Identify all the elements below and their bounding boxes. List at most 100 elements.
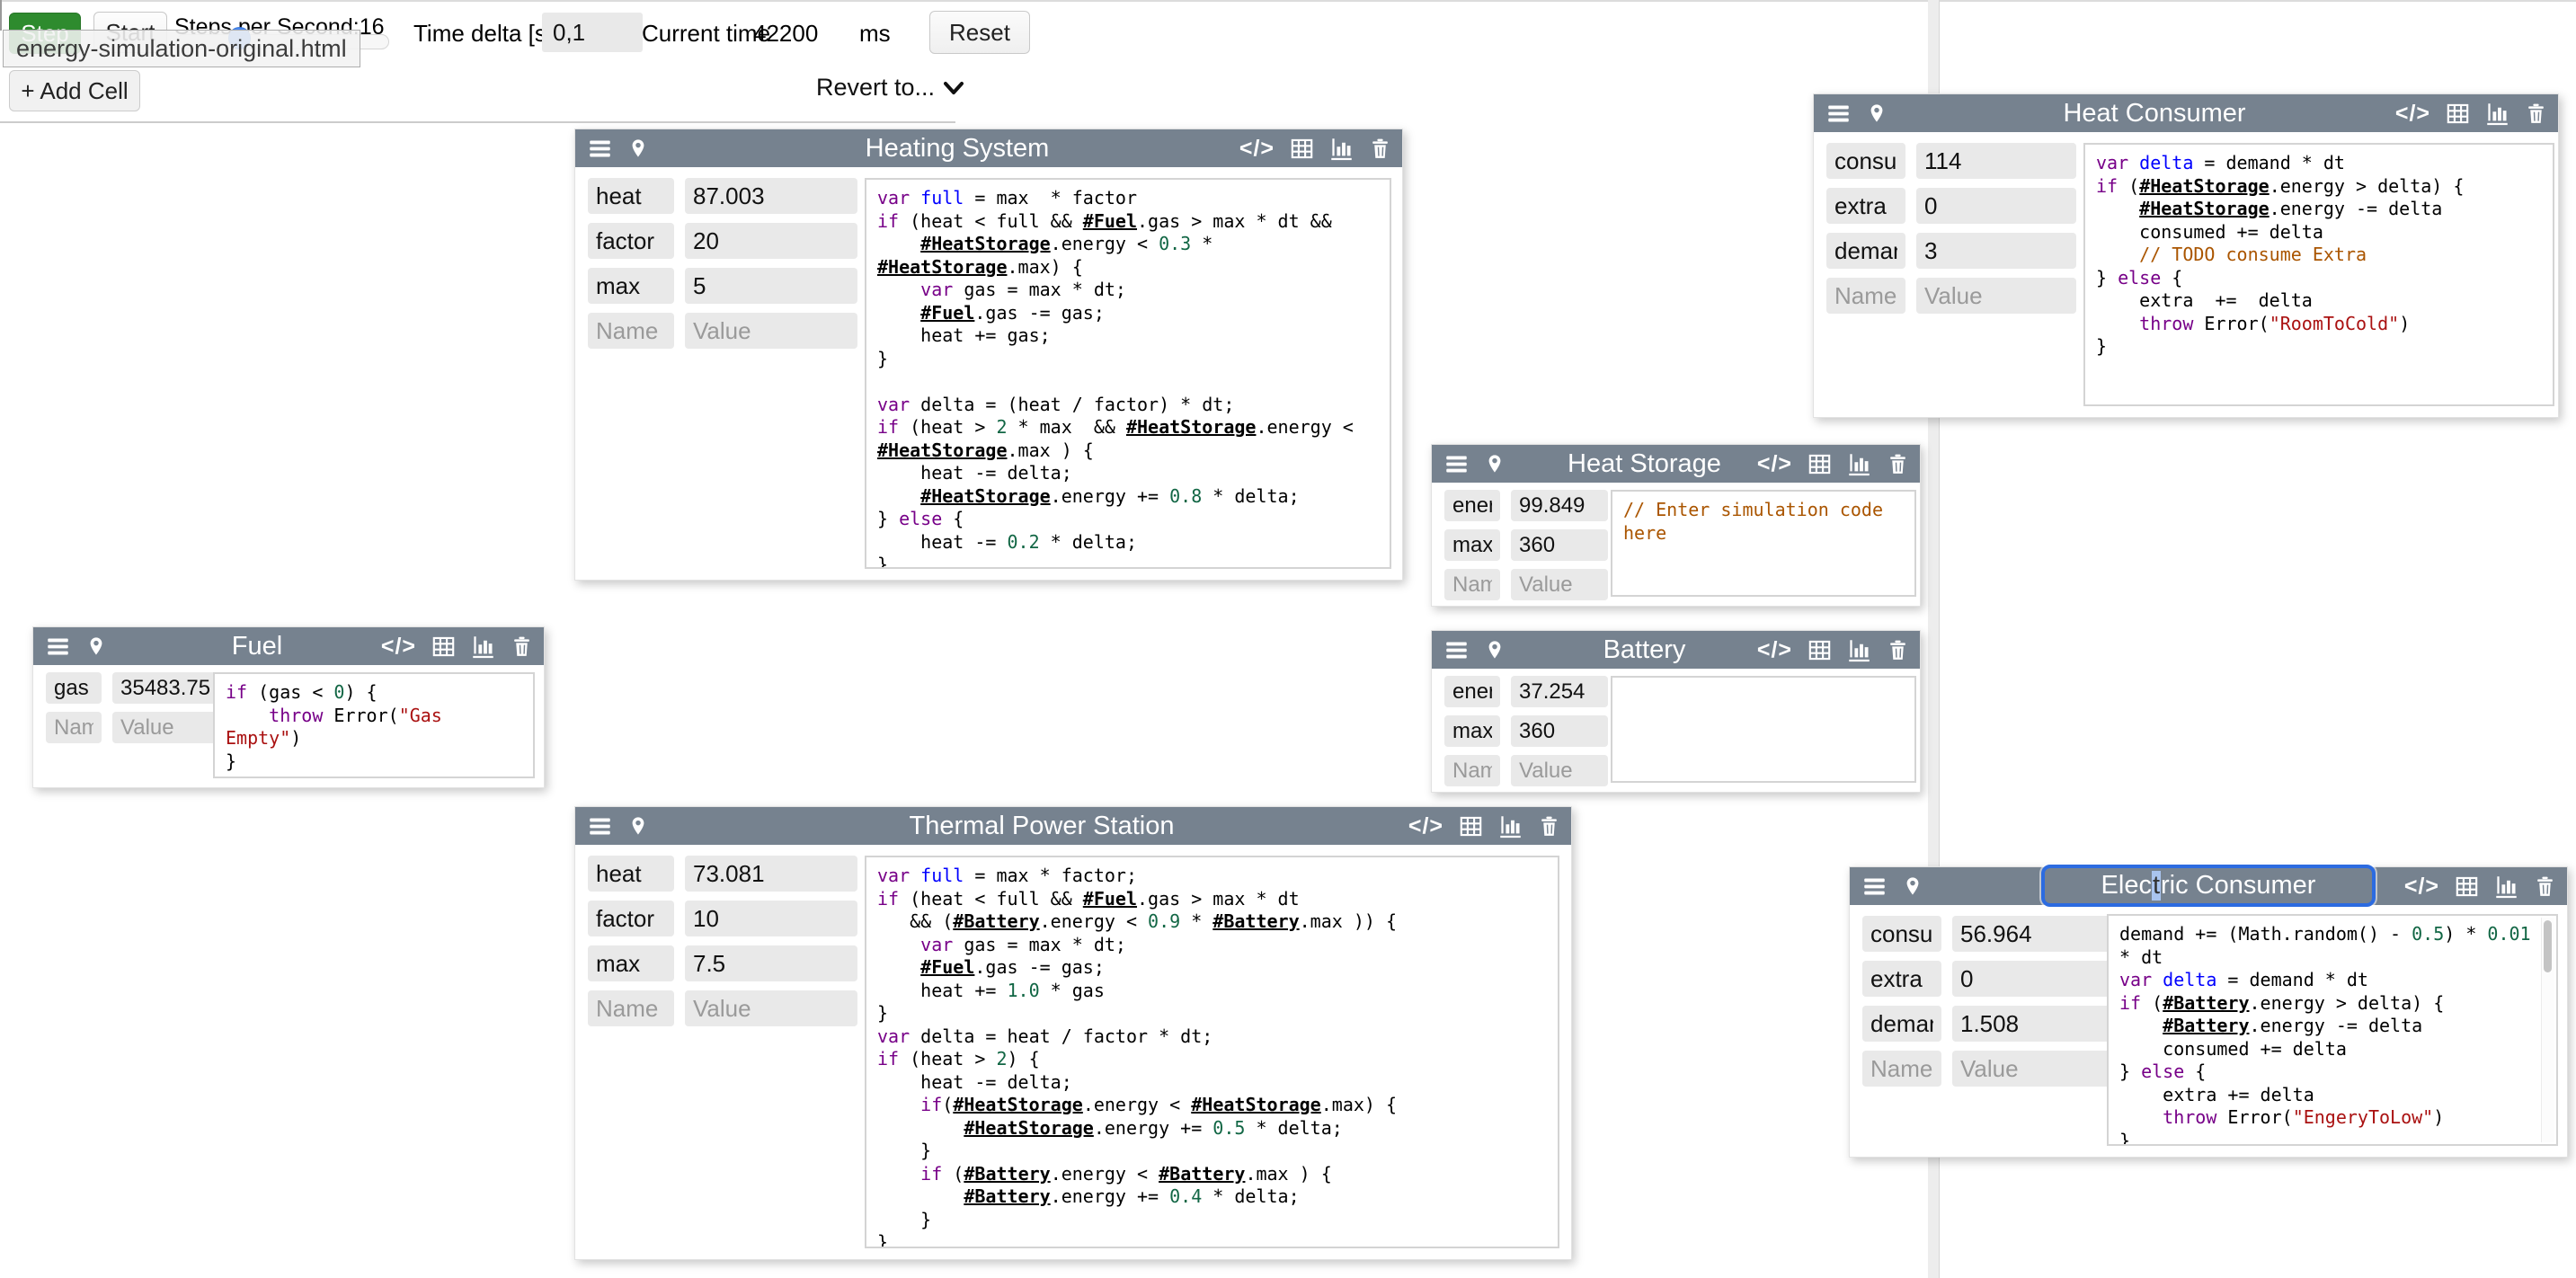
param-value-field[interactable] — [1511, 529, 1608, 561]
panel-header[interactable]: Fuel </> — [33, 627, 544, 665]
param-value-field[interactable] — [1916, 278, 2076, 314]
panel-header[interactable]: Thermal Power Station </> — [575, 807, 1571, 845]
param-value-field[interactable] — [685, 223, 857, 259]
menu-icon[interactable] — [588, 137, 612, 161]
param-value-field[interactable] — [1916, 188, 2076, 224]
menu-icon[interactable] — [1862, 874, 1887, 899]
add-cell-button[interactable]: + Add Cell — [9, 70, 140, 111]
param-name-field[interactable] — [588, 313, 674, 349]
param-name-field[interactable] — [46, 672, 102, 704]
code-editor[interactable] — [1611, 676, 1916, 783]
param-value-field[interactable] — [685, 268, 857, 304]
param-value-field[interactable] — [1916, 233, 2076, 269]
param-name-field[interactable] — [1826, 188, 1905, 224]
panel-title[interactable]: Fuel — [141, 632, 373, 661]
param-value-field[interactable] — [1952, 1006, 2112, 1042]
chart-view-icon[interactable] — [2494, 874, 2518, 899]
param-value-field[interactable] — [1952, 916, 2112, 952]
code-editor[interactable]: // Enter simulation codehere — [1611, 490, 1916, 597]
panel-header[interactable]: Electric Consumer </> — [1850, 867, 2567, 905]
code-view-icon[interactable]: </> — [2404, 874, 2439, 900]
param-value-field[interactable] — [685, 901, 857, 936]
param-name-field[interactable] — [1862, 1051, 1941, 1087]
location-pin-icon[interactable] — [1485, 638, 1505, 661]
trash-icon[interactable] — [1887, 638, 1909, 662]
code-scrollbar[interactable] — [2541, 918, 2554, 1142]
trash-icon[interactable] — [2534, 874, 2556, 899]
menu-icon[interactable] — [1826, 102, 1851, 126]
panel-header[interactable]: Battery</> — [1432, 631, 1920, 669]
location-pin-icon[interactable] — [628, 137, 648, 160]
param-name-field[interactable] — [588, 223, 674, 259]
panel-title[interactable]: Heat Storage — [1540, 449, 1749, 479]
table-view-icon[interactable] — [1808, 638, 1832, 662]
location-pin-icon[interactable] — [1485, 452, 1505, 475]
location-pin-icon[interactable] — [628, 814, 648, 838]
table-view-icon[interactable] — [1290, 137, 1314, 161]
param-value-field[interactable] — [1952, 961, 2112, 997]
param-name-field[interactable] — [588, 178, 674, 214]
location-pin-icon[interactable] — [86, 635, 106, 658]
code-editor[interactable]: var delta = demand * dtif (#HeatStorage.… — [2083, 143, 2554, 406]
chart-view-icon[interactable] — [1847, 452, 1871, 476]
menu-icon[interactable] — [588, 814, 612, 839]
trash-icon[interactable] — [1887, 452, 1909, 476]
panel-title[interactable]: Heating System — [683, 134, 1231, 164]
param-name-field[interactable] — [588, 945, 674, 981]
param-name-field[interactable] — [1826, 233, 1905, 269]
chart-view-icon[interactable] — [2485, 102, 2509, 126]
location-pin-icon[interactable] — [1867, 102, 1887, 125]
code-editor[interactable]: var full = max * factor;if (heat < full … — [865, 856, 1559, 1248]
code-view-icon[interactable]: </> — [1408, 813, 1443, 839]
param-name-field[interactable] — [1444, 529, 1500, 561]
param-name-field[interactable] — [588, 856, 674, 892]
param-name-field[interactable] — [1444, 569, 1500, 600]
time-delta-input[interactable] — [542, 13, 643, 52]
param-name-field[interactable] — [1862, 1006, 1941, 1042]
panel-title-input[interactable]: Electric Consumer — [2041, 865, 2376, 907]
panel-title[interactable]: Battery — [1540, 635, 1749, 665]
param-name-field[interactable] — [1826, 143, 1905, 179]
panel-header[interactable]: Heating System</> — [575, 129, 1402, 167]
param-name-field[interactable] — [1444, 755, 1500, 786]
param-value-field[interactable] — [1952, 1051, 2112, 1087]
param-value-field[interactable] — [1511, 569, 1608, 600]
param-value-field[interactable] — [112, 672, 224, 704]
param-name-field[interactable] — [1862, 916, 1941, 952]
trash-icon[interactable] — [2525, 102, 2547, 126]
param-value-field[interactable] — [685, 945, 857, 981]
param-name-field[interactable] — [588, 901, 674, 936]
panel-header[interactable]: Heat Storage </> — [1432, 445, 1920, 483]
param-value-field[interactable] — [685, 178, 857, 214]
param-name-field[interactable] — [588, 990, 674, 1026]
code-view-icon[interactable]: </> — [1757, 451, 1792, 477]
code-editor[interactable]: var full = max * factorif (heat < full &… — [865, 178, 1391, 569]
chart-view-icon[interactable] — [471, 635, 495, 659]
param-name-field[interactable] — [1444, 676, 1500, 707]
menu-icon[interactable] — [1444, 452, 1469, 476]
param-value-field[interactable] — [685, 313, 857, 349]
param-name-field[interactable] — [1444, 715, 1500, 747]
code-view-icon[interactable]: </> — [381, 634, 416, 660]
param-value-field[interactable] — [1916, 143, 2076, 179]
menu-icon[interactable] — [46, 635, 70, 659]
location-pin-icon[interactable] — [1903, 874, 1923, 898]
menu-icon[interactable] — [1444, 638, 1469, 662]
param-value-field[interactable] — [112, 712, 224, 743]
param-value-field[interactable] — [1511, 715, 1608, 747]
panel-title[interactable]: Thermal Power Station — [683, 812, 1400, 841]
chart-view-icon[interactable] — [1498, 814, 1523, 839]
table-view-icon[interactable] — [2446, 102, 2470, 126]
chart-view-icon[interactable] — [1329, 137, 1354, 161]
param-value-field[interactable] — [1511, 490, 1608, 521]
trash-icon[interactable] — [1538, 814, 1560, 839]
panel-header[interactable]: Heat Consumer</> — [1814, 94, 2558, 132]
param-name-field[interactable] — [46, 712, 102, 743]
table-view-icon[interactable] — [431, 635, 456, 659]
table-view-icon[interactable] — [2455, 874, 2479, 899]
param-name-field[interactable] — [1862, 961, 1941, 997]
code-editor[interactable]: demand += (Math.random() - 0.5) * 0.01* … — [2107, 914, 2558, 1146]
param-name-field[interactable] — [1826, 278, 1905, 314]
code-view-icon[interactable]: </> — [2395, 101, 2430, 127]
param-name-field[interactable] — [588, 268, 674, 304]
